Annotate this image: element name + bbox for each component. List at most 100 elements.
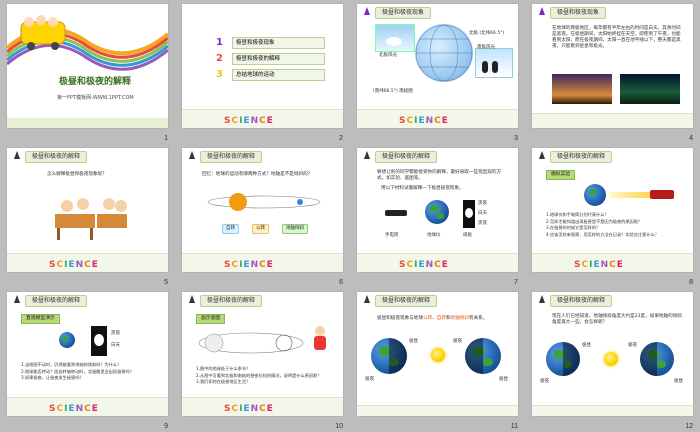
header-icon	[14, 151, 20, 159]
sun-icon	[431, 348, 445, 362]
slide-3: 极昼和极夜现象 北极风光 北极 (北纬66.5°) 南极风光 (南纬66.5°)…	[357, 4, 518, 128]
south-pole-label: (南纬66.5°) 南极圈	[373, 89, 413, 94]
slide-thumb-9[interactable]: 极昼和极夜的解释 直观模型演示 黑夜 白天 1.当地图不动时，仍然能看到地轴的倾…	[0, 288, 175, 432]
item-label: 纸板	[463, 233, 472, 238]
slide-thumb-10[interactable]: 极昼和极夜的解释 画示意图 1.图中的地球处于什么季节？ 2.从图中可看到北极和…	[175, 288, 350, 432]
header-icon	[364, 151, 370, 159]
header-icon	[189, 295, 195, 303]
polar-day-label: 极昼	[582, 343, 591, 348]
toc-label: 极昼和极夜的解释	[232, 53, 325, 65]
body-text: 极昼和极夜现象与地球公转、自转和地轴倾斜有关系。	[377, 316, 488, 321]
slide-header: 极昼和极夜的解释	[375, 295, 438, 307]
slide-number: 9	[164, 423, 168, 430]
question-list: 1.图中的地球处于什么季节？ 2.从图中可看到北极和南极的昼夜长短的情况，说明是…	[196, 366, 322, 384]
earth-icon	[465, 338, 501, 374]
cardboard-icon	[91, 326, 107, 356]
flashlight-icon	[650, 190, 674, 199]
earth-icon	[546, 342, 580, 376]
toc-number-icon: 2	[216, 53, 223, 64]
toc-label: 极昼和极夜现象	[232, 37, 325, 49]
science-logo: SCIENCE	[224, 260, 274, 270]
slide-number: 11	[510, 423, 518, 430]
slide-thumb-1[interactable]: 极昼和极夜的解释 第一PPT模板网-WWW.1PPT.COM 1	[0, 0, 175, 144]
header-icon	[189, 151, 195, 159]
slide-thumb-4[interactable]: 极昼和极夜现象 在地球的两极地区，每年都有半年左右的时间是白天，其余时间是黑夜。…	[525, 0, 700, 144]
slide-number: 12	[685, 423, 693, 430]
science-logo: SCIENCE	[399, 116, 449, 126]
slide-number: 3	[514, 135, 518, 142]
slide-thumb-2[interactable]: 1 极昼和极夜现象 2 极昼和极夜的解释 3 总结地球的运动 SCIENCE 2	[175, 0, 350, 144]
south-scene-label: 南极风光	[477, 45, 495, 50]
item-label: 地球仪	[427, 233, 441, 238]
slide-thumb-8[interactable]: 极昼和极夜的解释 模拟实验 1.地球仪和手电筒分别代表什么？ 2.怎样才能知道出…	[525, 144, 700, 288]
slide-1: 极昼和极夜的解释 第一PPT模板网-WWW.1PPT.COM	[7, 4, 168, 128]
header-icon	[14, 295, 20, 303]
cover-art	[7, 15, 168, 71]
globe-icon	[425, 200, 449, 224]
cover-subtitle: 第一PPT模板网-WWW.1PPT.COM	[57, 95, 134, 101]
slide-header: 极昼和极夜的解释	[550, 295, 613, 307]
light-beam	[610, 192, 650, 198]
student-icon	[312, 326, 328, 352]
sketch-diagram	[198, 332, 304, 354]
science-logo: SCIENCE	[49, 404, 99, 414]
question-text: 回忆：地球的运动有哪两种方式？地轴是不是倾斜的？	[202, 172, 313, 177]
slide-12: 极昼和极夜的解释 现在人们已经知道，地轴倾斜角度大约是23度，如果地轴的倾斜角度…	[532, 292, 693, 416]
slide-number: 2	[339, 135, 343, 142]
north-scene-photo	[375, 24, 415, 52]
slide-number: 4	[689, 135, 693, 142]
section-badge: 直观模型演示	[21, 314, 60, 324]
header-icon	[364, 295, 370, 303]
slide-thumb-12[interactable]: 极昼和极夜的解释 现在人们已经知道，地轴倾斜角度大约是23度，如果地轴的倾斜角度…	[525, 288, 700, 432]
polar-night-label: 极夜	[453, 339, 462, 344]
slide-header: 极昼和极夜的解释	[550, 151, 613, 163]
science-logo: SCIENCE	[224, 404, 274, 414]
globe-icon	[415, 24, 473, 82]
slide-thumb-3[interactable]: 极昼和极夜现象 北极风光 北极 (北纬66.5°) 南极风光 (南纬66.5°)…	[350, 0, 525, 144]
night-label: 黑夜	[478, 201, 487, 206]
slide-grid: 极昼和极夜的解释 第一PPT模板网-WWW.1PPT.COM 1 1 极昼和极夜…	[0, 0, 700, 431]
slide-9: 极昼和极夜的解释 直观模型演示 黑夜 白天 1.当地图不动时，仍然能看到地轴的倾…	[7, 292, 168, 416]
slide-thumb-5[interactable]: 极昼和极夜的解释 怎么解释极昼和极夜现象呢？ SCIENCE 5	[0, 144, 175, 288]
day-label: 白天	[111, 343, 120, 348]
polar-night-label: 极夜	[365, 377, 374, 382]
polar-bear-icon	[386, 37, 402, 46]
slide-footer	[532, 405, 693, 416]
slide-header: 极昼和极夜现象	[550, 7, 607, 19]
polar-night-label: 极夜	[628, 343, 637, 348]
science-logo: SCIENCE	[399, 260, 449, 270]
slide-thumb-6[interactable]: 极昼和极夜的解释 回忆：地球的运动有哪两种方式？地轴是不是倾斜的？ 自转 公转 …	[175, 144, 350, 288]
slide-number: 10	[335, 423, 343, 430]
slide-number: 1	[164, 135, 168, 142]
header-icon	[364, 7, 370, 15]
sun-icon	[604, 352, 618, 366]
science-logo: SCIENCE	[574, 260, 624, 270]
aurora-photo	[620, 74, 680, 104]
earth-icon	[640, 342, 674, 376]
north-pole-label: 北极 (北纬66.5°)	[469, 31, 505, 36]
slide-header: 极昼和极夜的解释	[25, 295, 88, 307]
flashlight-icon	[385, 210, 407, 216]
revolution-button[interactable]: 公转	[252, 224, 269, 234]
slide-footer	[532, 113, 693, 128]
body-text: 在地球的两极地区，每年都有半年左右的时间是白天，其余时间是黑夜。在极昼期间，太阳…	[552, 26, 681, 49]
section-badge: 画示意图	[196, 314, 226, 324]
slide-5: 极昼和极夜的解释 怎么解释极昼和极夜现象呢？ SCIENCE	[7, 148, 168, 272]
slide-6: 极昼和极夜的解释 回忆：地球的运动有哪两种方式？地轴是不是倾斜的？ 自转 公转 …	[182, 148, 343, 272]
penguin-icon	[482, 61, 488, 73]
globe-icon	[584, 184, 606, 206]
section-badge: 模拟实验	[546, 170, 576, 180]
slide-number: 8	[689, 279, 693, 286]
orbit-diagram	[207, 193, 321, 211]
polar-day-label: 极昼	[409, 339, 418, 344]
rotation-button[interactable]: 自转	[222, 224, 239, 234]
toc-label: 总结地球的运动	[232, 69, 325, 81]
slide-thumb-11[interactable]: 极昼和极夜的解释 极昼和极夜现象与地球公转、自转和地轴倾斜有关系。 极昼 极夜 …	[350, 288, 525, 432]
toc-number-icon: 3	[216, 69, 223, 80]
day-label: 白天	[478, 211, 487, 216]
body-text-2: 用以下材料试着解释一下极昼极夜现象。	[381, 186, 464, 191]
night-label: 黑夜	[478, 221, 487, 226]
slide-thumb-7[interactable]: 极昼和极夜的解释 要想让别的同学都能接受你的解释，最好采取一些现直观的方式，如实…	[350, 144, 525, 288]
axis-tilt-button[interactable]: 地轴倾斜	[282, 224, 308, 234]
slide-number: 5	[164, 279, 168, 286]
